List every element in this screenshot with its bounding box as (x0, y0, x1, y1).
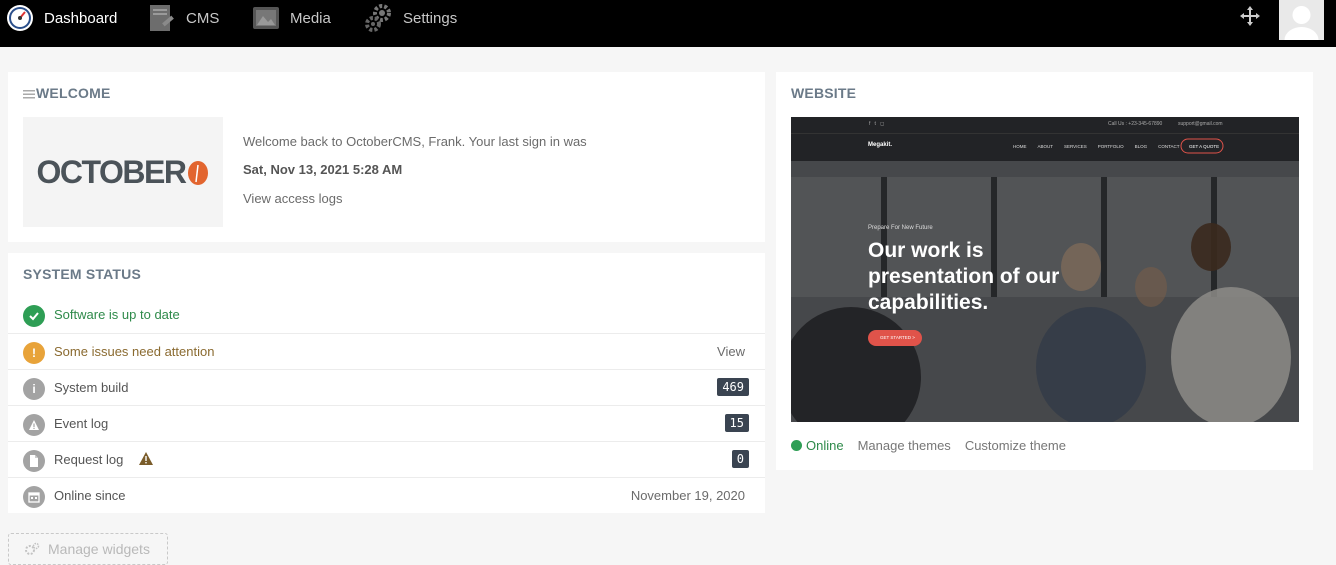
request-log-warning-icon (139, 452, 153, 468)
status-label: System build (54, 380, 129, 395)
info-icon: i (23, 378, 45, 400)
preview-menu: HOME ABOUT SERVICES PORTFOLIO BLOG CONTA… (1013, 144, 1180, 149)
gears-icon (24, 542, 40, 556)
logo-leaf-icon (187, 160, 209, 186)
preview-menu-item: ABOUT (1037, 144, 1054, 149)
manage-widgets-label: Manage widgets (48, 541, 150, 557)
view-access-logs-link[interactable]: View access logs (243, 191, 342, 206)
status-label: Some issues need attention (54, 344, 215, 359)
status-label: Online since (54, 488, 126, 503)
nav-dashboard-label: Dashboard (44, 9, 118, 27)
avatar[interactable] (1279, 0, 1324, 40)
website-preview[interactable]: f t ◻ Call Us : +23-345-67890 support@gm… (791, 117, 1299, 422)
preview-kicker: Prepare For New Future (868, 225, 933, 231)
customize-theme-link[interactable]: Customize theme (965, 438, 1066, 453)
request-log-badge: 0 (731, 450, 749, 468)
nav-media[interactable]: Media (251, 0, 331, 36)
status-label: Software is up to date (54, 307, 180, 322)
status-row-build: i System build 469 (8, 369, 765, 406)
preview-menu-item: BLOG (1134, 144, 1148, 149)
welcome-title: WELCOME (36, 85, 111, 101)
settings-gear-icon (364, 3, 394, 33)
top-nav-bar: Dashboard CMS Media Settings (0, 0, 1336, 47)
preview-headline: Our work is presentation of our capabili… (868, 239, 1060, 314)
preview-cta: GET A QUOTE (1189, 144, 1220, 149)
view-issues-link[interactable]: View (717, 344, 745, 359)
manage-widgets-button[interactable]: Manage widgets (8, 533, 168, 565)
media-icon (251, 3, 281, 33)
nav-cms-label: CMS (186, 9, 220, 27)
event-log-badge: 15 (724, 414, 749, 432)
preview-menu-item: PORTFOLIO (1097, 144, 1124, 149)
preview-phone: Call Us : +23-345-67890 (1108, 121, 1163, 127)
exclamation-icon: ! (23, 342, 45, 364)
preview-menu-item: CONTACT (1158, 144, 1180, 149)
nav-cms[interactable]: CMS (147, 0, 219, 36)
cms-icon (147, 3, 177, 33)
last-signin-date: Sat, Nov 13, 2021 5:28 AM (243, 162, 403, 177)
status-row-issues: ! Some issues need attention View (8, 333, 765, 370)
dashboard-gauge-icon (5, 3, 35, 33)
warning-triangle-icon (23, 414, 45, 436)
welcome-message: Welcome back to OctoberCMS, Frank. Your … (243, 134, 587, 149)
status-label: Event log (54, 416, 109, 431)
drag-handle-icon[interactable] (23, 87, 35, 99)
preview-brand: Megakit. (868, 142, 893, 148)
website-footer: Online Manage themes Customize theme (791, 438, 1066, 453)
nav-media-label: Media (290, 9, 331, 27)
move-arrows-icon[interactable] (1240, 6, 1260, 26)
status-row-event-log[interactable]: Event log 15 (8, 405, 765, 442)
preview-social-icons: f t ◻ (869, 121, 885, 127)
manage-themes-link[interactable]: Manage themes (858, 438, 951, 453)
system-status-title: SYSTEM STATUS (23, 266, 141, 282)
online-status-dot-icon (791, 440, 802, 451)
document-icon (23, 450, 45, 472)
preview-button: GET STARTED > (880, 335, 915, 340)
calendar-icon (23, 486, 45, 508)
status-row-uptodate: Software is up to date (8, 297, 765, 333)
preview-menu-item: SERVICES (1064, 144, 1087, 149)
logo-text: OCTOBER (36, 153, 187, 190)
check-icon (23, 305, 45, 327)
nav-settings-label: Settings (403, 9, 458, 27)
online-status: Online (806, 438, 844, 453)
nav-settings[interactable]: Settings (364, 0, 457, 36)
website-title: WEBSITE (791, 85, 857, 101)
status-row-online-since: Online since November 19, 2020 (8, 477, 765, 514)
status-row-request-log[interactable]: Request log 0 (8, 441, 765, 478)
preview-menu-item: HOME (1013, 144, 1027, 149)
preview-email: support@gmail.com (1178, 121, 1223, 127)
status-label: Request log (54, 452, 124, 467)
october-logo: OCTOBER (23, 117, 223, 227)
nav-dashboard[interactable]: Dashboard (5, 0, 117, 36)
build-badge: 469 (717, 378, 749, 396)
online-since-date: November 19, 2020 (630, 488, 745, 503)
